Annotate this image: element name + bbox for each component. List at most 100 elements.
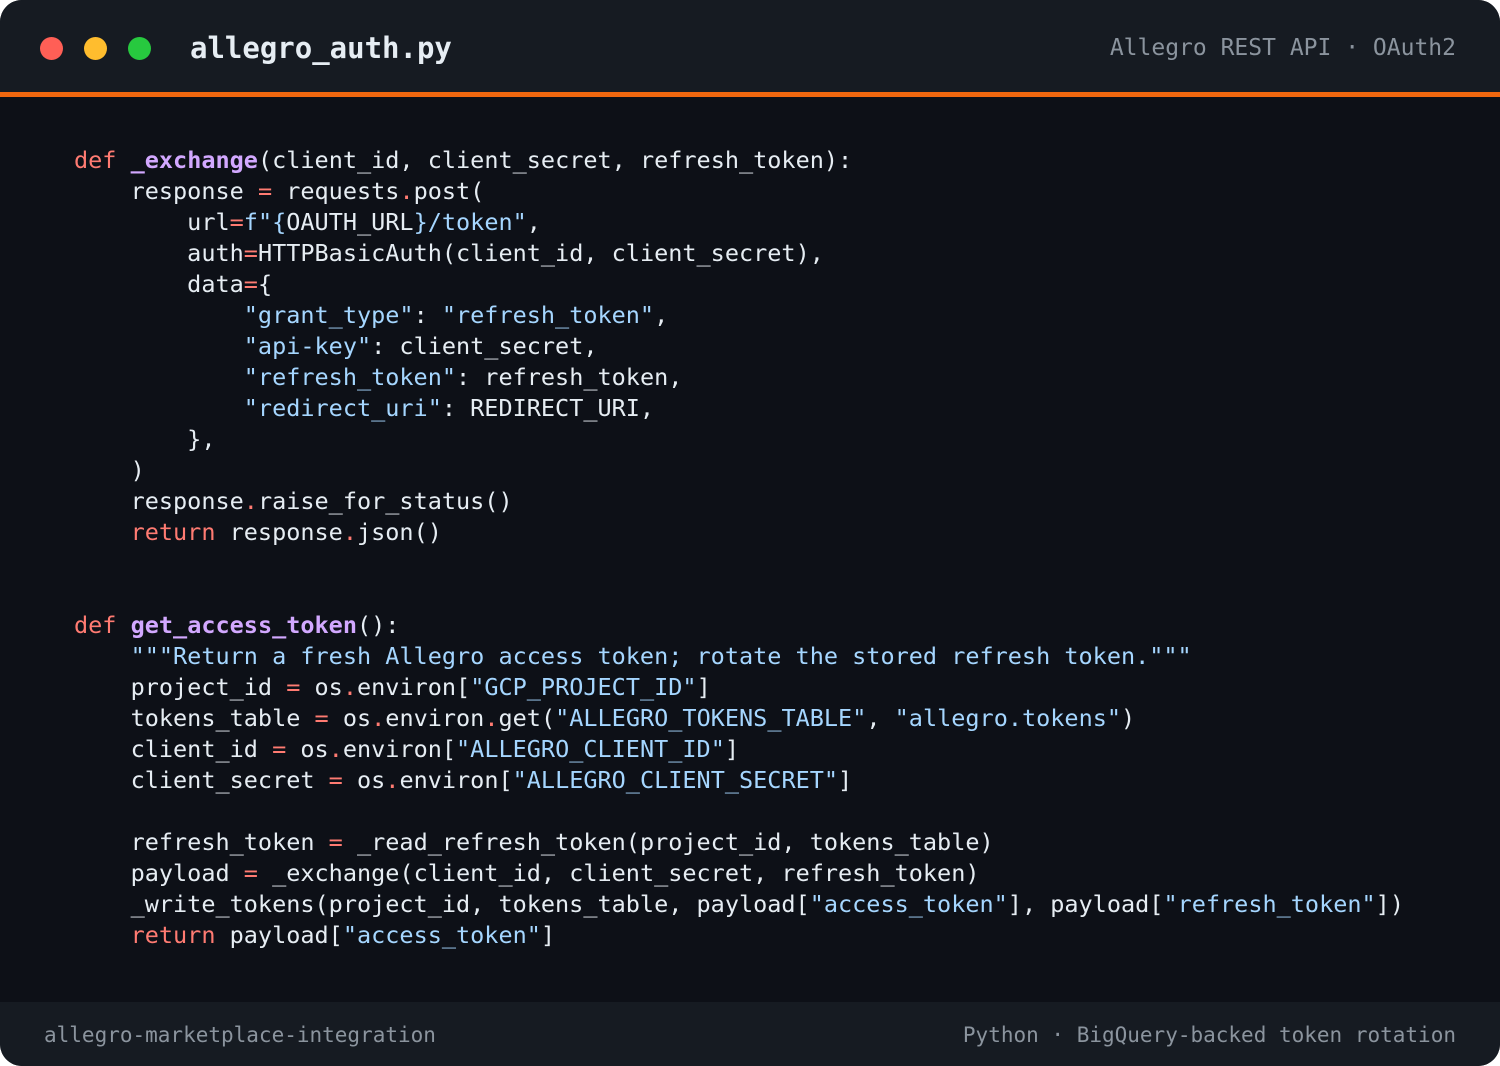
code-token: }, <box>74 425 216 453</box>
code-token: = <box>243 239 258 267</box>
code-token: get_access_token <box>130 611 357 639</box>
code-line: _write_tokens(project_id, tokens_table, … <box>74 889 1404 920</box>
code-line: payload = _exchange(client_id, client_se… <box>74 858 1404 889</box>
close-window-button[interactable] <box>40 37 63 60</box>
code-token: . <box>243 487 258 515</box>
code-line: return payload["access_token"] <box>74 920 1404 951</box>
code-token: def <box>74 146 117 174</box>
code-token: { <box>257 270 273 298</box>
code-token: "allegro.tokens" <box>894 704 1122 732</box>
code-line: auth=HTTPBasicAuth(client_id, client_sec… <box>74 238 1404 269</box>
code-token: = <box>272 735 287 763</box>
code-token: . <box>342 518 357 546</box>
code-line: def _exchange(client_id, client_secret, … <box>74 145 1404 176</box>
accent-divider <box>0 92 1500 97</box>
code-token: ] <box>540 921 556 949</box>
code-token: (): <box>356 611 400 639</box>
code-token: project_id <box>74 673 287 701</box>
code-token: _read_refresh_token(project_id, tokens_t… <box>342 828 994 856</box>
code-token: ]) <box>1375 890 1404 918</box>
code-token: tokens_table <box>74 704 315 732</box>
code-token: = <box>328 766 343 794</box>
code-line: client_id = os.environ["ALLEGRO_CLIENT_I… <box>74 734 1404 765</box>
code-token: response <box>74 487 244 515</box>
code-token: ] <box>838 766 853 794</box>
code-token: "GCP_PROJECT_ID" <box>470 673 697 701</box>
code-line: "redirect_uri": REDIRECT_URI, <box>74 393 1404 424</box>
window-subtitle: Allegro REST API · OAuth2 <box>1109 35 1456 61</box>
code-token: os <box>328 704 372 732</box>
title-bar: allegro_auth.py Allegro REST API · OAuth… <box>0 0 1500 92</box>
code-editor[interactable]: def _exchange(client_id, client_secret, … <box>74 145 1404 951</box>
code-line: def get_access_token(): <box>74 610 1404 641</box>
code-token: _write_tokens(project_id, tokens_table, … <box>74 890 810 918</box>
code-token: data <box>74 270 244 298</box>
code-token: . <box>399 177 414 205</box>
code-token: response <box>215 518 343 546</box>
minimize-window-button[interactable] <box>84 37 107 60</box>
code-token: get( <box>498 704 556 732</box>
code-token: payload <box>74 859 244 887</box>
code-token: environ <box>385 704 485 732</box>
code-token: "grant_type" <box>243 301 414 329</box>
code-token: return <box>130 518 216 546</box>
code-token: = <box>286 673 301 701</box>
code-token: . <box>484 704 499 732</box>
code-line: return response.json() <box>74 517 1404 548</box>
code-token: . <box>342 673 357 701</box>
code-token: """Return a fresh Allegro access token; … <box>130 642 1192 670</box>
code-line: "refresh_token": refresh_token, <box>74 362 1404 393</box>
code-token: "refresh_token" <box>441 301 655 329</box>
code-token: : REDIRECT_URI, <box>441 394 655 422</box>
code-token: "refresh_token" <box>243 363 457 391</box>
code-token: ], payload[ <box>1007 890 1164 918</box>
code-token: "access_token" <box>342 921 541 949</box>
code-line: url=f"{OAUTH_URL}/token", <box>74 207 1404 238</box>
code-token: os <box>342 766 386 794</box>
code-token: . <box>371 704 386 732</box>
code-line: response.raise_for_status() <box>74 486 1404 517</box>
code-token: _exchange(client_id, client_secret, refr… <box>257 859 980 887</box>
code-token: environ[ <box>399 766 513 794</box>
code-token: refresh_token <box>74 828 329 856</box>
code-token: ) <box>74 456 145 484</box>
code-token: "api-key" <box>243 332 372 360</box>
code-token: HTTPBasicAuth(client_id, client_secret), <box>257 239 824 267</box>
code-token: auth <box>74 239 244 267</box>
code-token: f"{ <box>243 208 287 236</box>
code-token: : client_secret, <box>371 332 598 360</box>
code-token: post( <box>413 177 485 205</box>
code-token: = <box>257 177 273 205</box>
code-token: . <box>385 766 400 794</box>
code-token: payload[ <box>215 921 343 949</box>
code-token: ] <box>696 673 711 701</box>
file-name: allegro_auth.py <box>190 31 452 65</box>
code-token: client_id <box>74 735 273 763</box>
code-token: : refresh_token, <box>456 363 683 391</box>
code-token: ) <box>1121 704 1136 732</box>
code-token: os <box>286 735 329 763</box>
code-line: "grant_type": "refresh_token", <box>74 300 1404 331</box>
code-token: "ALLEGRO_TOKENS_TABLE" <box>555 704 867 732</box>
code-line: ) <box>74 455 1404 486</box>
status-bar: allegro-marketplace-integration Python ·… <box>0 1002 1500 1066</box>
code-token: "redirect_uri" <box>243 394 442 422</box>
maximize-window-button[interactable] <box>128 37 151 60</box>
code-token: = <box>243 859 258 887</box>
code-window: allegro_auth.py Allegro REST API · OAuth… <box>0 0 1500 1066</box>
code-token: response <box>74 177 258 205</box>
language-info: Python · BigQuery-backed token rotation <box>962 1023 1456 1047</box>
code-token: . <box>328 735 343 763</box>
code-token: OAUTH_URL <box>286 208 414 236</box>
code-line: """Return a fresh Allegro access token; … <box>74 641 1404 672</box>
code-token: requests <box>272 177 400 205</box>
code-token: : <box>413 301 442 329</box>
